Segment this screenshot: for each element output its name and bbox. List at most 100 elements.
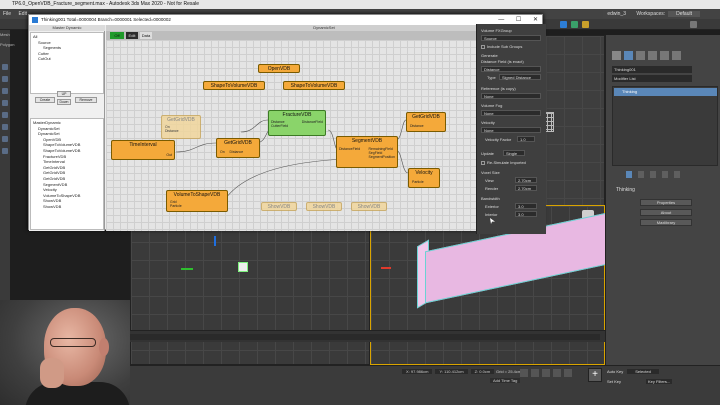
dynamic-tree-item[interactable]: TimeInterval <box>43 159 65 164</box>
dynamic-tree-item[interactable]: ShapeToVolumeVDB <box>43 148 80 153</box>
create-tab-icon[interactable] <box>612 51 621 60</box>
minimize-icon[interactable]: — <box>498 17 504 23</box>
workspace-value[interactable]: Default <box>668 11 700 17</box>
dynamic-tree-item[interactable]: ShapeToVolumeVDB <box>43 142 80 147</box>
modify-tab-icon[interactable] <box>624 51 633 60</box>
set-key-button[interactable]: Set Key <box>607 379 621 384</box>
dynamic-tree-item[interactable]: GetGridVDB <box>43 165 65 170</box>
toolbar-icon-c[interactable] <box>582 21 589 28</box>
dynamic-tree-item[interactable]: GetGridVDB <box>43 176 65 181</box>
workspace-selector[interactable]: Workspaces: Default <box>636 10 700 18</box>
dynamic-tree-item[interactable]: DynamicSet <box>38 126 60 131</box>
tool-icon-6[interactable] <box>2 124 8 130</box>
dynamic-tree-item[interactable]: VolumeToShapeVDB <box>43 193 80 198</box>
render-voxel-field[interactable]: 2.70cm <box>515 185 537 191</box>
prev-frame-icon[interactable] <box>531 369 539 377</box>
maximize-icon[interactable]: ☐ <box>516 17 521 23</box>
pin-stack-icon[interactable] <box>626 171 632 178</box>
viewport-top-right[interactable] <box>545 35 605 207</box>
play-icon[interactable] <box>542 369 550 377</box>
group-tree-item[interactable]: CutOut <box>38 56 51 61</box>
menu-file[interactable]: File <box>3 11 11 17</box>
properties-button[interactable]: Properties <box>640 199 692 206</box>
update-dropdown[interactable]: Single <box>503 150 525 156</box>
remove-button[interactable]: Remove <box>75 97 97 103</box>
toolbar-icon-d[interactable] <box>690 21 697 28</box>
resimulate-checkbox[interactable]: Re-Simulate Imported <box>481 160 526 165</box>
toolbar-icon-a[interactable] <box>560 21 567 28</box>
node-showvdb-b[interactable]: ShowVDB <box>306 202 342 211</box>
timeline-track[interactable] <box>130 334 600 340</box>
node-segmentvdb[interactable]: SegmentVDB DistanceField RemainingField … <box>336 136 398 168</box>
configure-sets-icon[interactable] <box>674 171 680 178</box>
key-filters-button[interactable]: Key Filters... <box>646 379 673 384</box>
node-shapetovolume-a[interactable]: ShapeToVolumeVDB <box>203 81 265 90</box>
rollout-title[interactable]: Thinking <box>612 187 718 193</box>
object-name-field[interactable]: Thinking001 <box>612 66 692 73</box>
node-getgrid-mid[interactable]: GetGridVDB On Distance <box>216 138 260 158</box>
group-tree-item[interactable]: Cutter <box>38 51 49 56</box>
next-frame-icon[interactable] <box>553 369 561 377</box>
tool-icon-5[interactable] <box>2 112 8 118</box>
node-showvdb-c[interactable]: ShowVDB <box>351 202 387 211</box>
node-openvdb[interactable]: OpenVDB <box>258 64 300 73</box>
stack-item-thinking[interactable]: Thinking <box>614 88 717 96</box>
node-velocity[interactable]: Velocity Particle <box>408 168 440 188</box>
ribbon-label-polygon[interactable]: Polygon <box>0 42 14 47</box>
user-account[interactable]: edwin_3 <box>603 10 630 18</box>
node-showvdb-a[interactable]: ShowVDB <box>261 202 297 211</box>
dynamic-tree-item[interactable]: GetGridVDB <box>43 170 65 175</box>
velocity-factor-field[interactable]: 1.0 <box>517 136 535 142</box>
y-coordinate-field[interactable]: Y: 110.412cm <box>435 369 468 374</box>
dynamic-tree-item[interactable]: MasterDynamic <box>33 120 61 125</box>
dynamic-tree-item[interactable]: FractureVDB <box>43 154 66 159</box>
create-button[interactable]: Create <box>35 97 55 103</box>
dynamic-tree-item[interactable]: SegmentVDB <box>43 182 67 187</box>
menu-edit[interactable]: Edit <box>18 11 27 17</box>
auto-key-selection[interactable]: Selected <box>627 369 659 374</box>
hierarchy-tab-icon[interactable] <box>636 51 645 60</box>
node-fracturevdb[interactable]: FractureVDB Distance CutterField Distanc… <box>268 110 326 136</box>
x-coordinate-field[interactable]: X: 97.986cm <box>402 369 433 374</box>
motion-tab-icon[interactable] <box>648 51 657 60</box>
z-coordinate-field[interactable]: Z: 0.0cm <box>470 369 495 374</box>
utilities-tab-icon[interactable] <box>672 51 681 60</box>
dynamic-tree-item[interactable]: Velocity <box>43 187 57 192</box>
exterior-field[interactable]: 3.0 <box>515 203 537 209</box>
show-end-result-icon[interactable] <box>638 171 644 178</box>
data-button[interactable]: Data <box>140 32 152 39</box>
thinking-title-bar[interactable]: Thinking001 Total=0000004 Branch=0000001… <box>29 15 542 25</box>
group-tree-item[interactable]: Source <box>38 40 51 45</box>
interior-field[interactable]: 3.0 <box>515 211 537 217</box>
group-tree[interactable]: All Source Segments Cutter CutOut <box>30 32 104 94</box>
modifier-list-dropdown[interactable]: Modifier List <box>612 75 692 82</box>
dynamic-tree[interactable]: MasterDynamic DynamicSet DynamicSet OpenVDB… <box>30 118 104 230</box>
tool-icon-3[interactable] <box>2 88 8 94</box>
dynamic-tree-item[interactable]: DynamicSet <box>38 131 60 136</box>
volume-fog-dropdown[interactable]: None <box>481 110 541 116</box>
display-tab-icon[interactable] <box>660 51 669 60</box>
modifier-stack[interactable]: Thinking <box>612 86 718 166</box>
include-sub-groups-checkbox[interactable]: Include Sub Groups <box>481 44 522 49</box>
maxlibrary-button[interactable]: Maxlibrary <box>640 219 692 226</box>
remove-modifier-icon[interactable] <box>662 171 668 178</box>
close-icon[interactable]: ✕ <box>533 17 538 23</box>
selection-marker[interactable] <box>238 262 248 272</box>
tool-icon-8[interactable] <box>2 148 8 154</box>
tool-icon-1[interactable] <box>2 64 8 70</box>
tool-icon-4[interactable] <box>2 100 8 106</box>
node-timeinterval[interactable]: TimeInterval Out <box>111 140 175 160</box>
ribbon-label-mesh[interactable]: Mesh <box>0 32 14 37</box>
node-shapetovolume-b[interactable]: ShapeToVolumeVDB <box>283 81 345 90</box>
down-button[interactable]: Down <box>57 99 71 105</box>
distance-dropdown[interactable]: Distance <box>481 66 541 72</box>
add-time-tag-button[interactable]: Add Time Tag <box>490 378 521 383</box>
node-getgrid-ghost[interactable]: GetGridVDB On Distance <box>161 115 201 139</box>
set-key-big-button[interactable]: + <box>588 368 602 382</box>
goto-start-icon[interactable] <box>520 369 528 377</box>
dynamic-tree-item[interactable]: ShowVDB <box>43 198 61 203</box>
make-unique-icon[interactable] <box>650 171 656 178</box>
off-button[interactable]: Off <box>110 32 124 39</box>
toolbar-icon-b[interactable] <box>571 21 578 28</box>
dynamic-tree-item[interactable]: OpenVDB <box>43 137 61 142</box>
